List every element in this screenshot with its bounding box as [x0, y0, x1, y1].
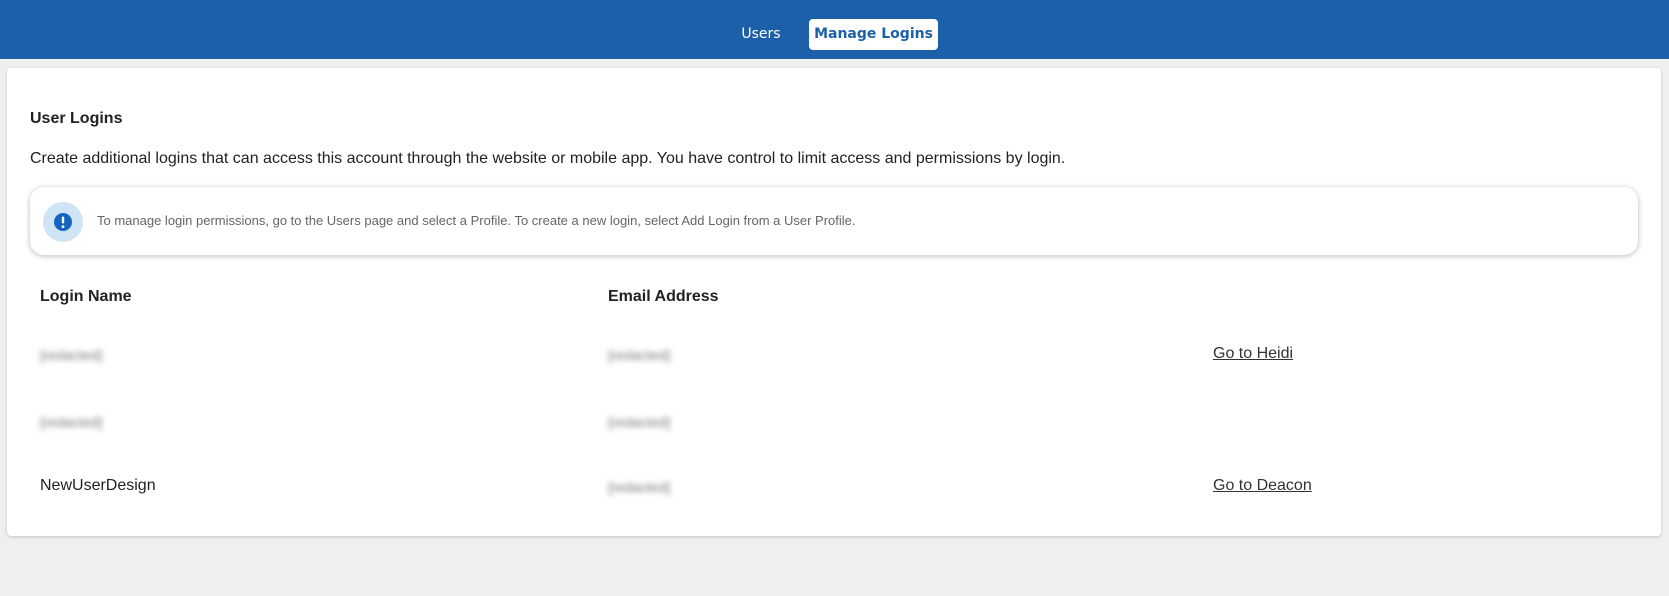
go-to-heidi-link[interactable]: Go to Heidi	[1213, 345, 1293, 363]
tab-users[interactable]: Users	[736, 19, 786, 50]
table-row-3-email: [redacted]	[608, 479, 671, 495]
column-header-login-name: Login Name	[40, 288, 132, 305]
exclamation-icon	[54, 213, 72, 231]
top-navigation-bar: Users Manage Logins	[0, 0, 1669, 59]
section-title: User Logins	[30, 110, 123, 127]
section-description: Create additional logins that can access…	[30, 150, 1066, 167]
table-row-1-email: [redacted]	[608, 347, 671, 363]
table-row-3-login: NewUserDesign	[40, 477, 156, 494]
column-header-email-address: Email Address	[608, 288, 719, 305]
table-row-2-login: [redacted]	[40, 414, 103, 430]
info-icon-badge	[43, 202, 83, 242]
table-row-1-login: [redacted]	[40, 347, 103, 363]
tab-manage-logins[interactable]: Manage Logins	[809, 19, 938, 50]
go-to-deacon-link[interactable]: Go to Deacon	[1213, 477, 1312, 495]
table-row-2-email: [redacted]	[608, 414, 671, 430]
info-banner: To manage login permissions, go to the U…	[30, 187, 1638, 255]
user-logins-card: User Logins Create additional logins tha…	[7, 68, 1661, 536]
info-text: To manage login permissions, go to the U…	[97, 213, 856, 228]
